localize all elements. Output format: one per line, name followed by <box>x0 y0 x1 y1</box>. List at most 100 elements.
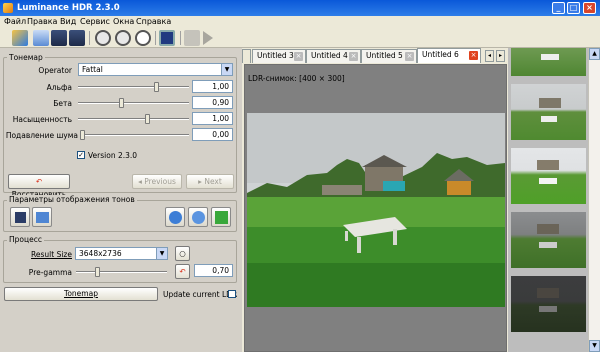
menu-help[interactable]: Справка <box>136 17 171 26</box>
param-label: Альфа <box>46 83 72 92</box>
thumbnail-scrollbar[interactable]: ▲ ▼ <box>588 48 600 352</box>
thumbnail[interactable] <box>511 276 586 332</box>
restore-button[interactable]: ↶ Восстановить <box>8 174 70 199</box>
noise-field[interactable]: 0,00 <box>192 128 233 141</box>
saturation-slider[interactable] <box>78 114 189 124</box>
alpha-slider[interactable] <box>78 82 189 92</box>
bench-shape <box>541 54 559 60</box>
close-tab-icon[interactable]: × <box>294 52 303 61</box>
version-label: Version 2.3.0 <box>88 151 138 160</box>
thumbnail[interactable] <box>511 148 586 204</box>
save-icon[interactable] <box>51 30 67 46</box>
tonemap-icon[interactable] <box>159 30 175 46</box>
beta-slider[interactable] <box>78 98 189 108</box>
load-settings-icon[interactable] <box>10 207 30 227</box>
previous-label: Previous <box>144 177 176 186</box>
slider-thumb[interactable] <box>144 114 150 124</box>
close-tab-icon[interactable]: × <box>469 51 478 60</box>
operator-label: Operator <box>38 66 72 75</box>
toolbar-separator <box>180 31 181 45</box>
close-tab-icon[interactable]: × <box>349 52 358 61</box>
operator-value: Fattal <box>82 65 103 74</box>
slider-thumb[interactable] <box>154 82 160 92</box>
open-folder-icon[interactable] <box>33 30 49 46</box>
scroll-up-icon[interactable]: ▲ <box>589 48 600 60</box>
beta-field[interactable]: 0,90 <box>192 96 233 109</box>
next-button[interactable]: ▸ Next <box>186 174 234 189</box>
new-hdr-icon[interactable] <box>12 30 28 46</box>
thumbnail[interactable] <box>511 48 586 76</box>
tonemap-group <box>3 57 237 193</box>
pregamma-slider[interactable] <box>76 267 167 277</box>
pregamma-field[interactable]: 0,70 <box>194 264 233 277</box>
tab-scroll-right[interactable]: ▸ <box>496 50 505 62</box>
bench-shape <box>539 178 557 184</box>
version-checkbox[interactable]: ✓ <box>77 151 85 159</box>
zoom-in-icon[interactable] <box>95 30 111 46</box>
slider-track <box>78 118 189 120</box>
tab-untitled-4[interactable]: Untitled 4 × <box>306 49 361 63</box>
house-shape <box>537 288 559 298</box>
saturation-field[interactable]: 1,00 <box>192 112 233 125</box>
zoom-out-icon[interactable] <box>115 30 131 46</box>
scroll-down-icon[interactable]: ▼ <box>589 340 600 352</box>
apply-all-icon[interactable] <box>188 207 208 227</box>
play-icon[interactable] <box>203 31 213 45</box>
alpha-field[interactable]: 1,00 <box>192 80 233 93</box>
tonemap-button[interactable]: Tonemap <box>4 287 158 301</box>
thumbnail[interactable] <box>511 212 586 268</box>
previous-button[interactable]: ◂ Previous <box>132 174 182 189</box>
slider-thumb[interactable] <box>80 130 85 140</box>
house-shape <box>539 98 561 108</box>
window-title: Luminance HDR 2.3.0 <box>17 3 120 13</box>
apply-icon[interactable] <box>165 207 185 227</box>
update-ldr-checkbox[interactable] <box>228 290 236 298</box>
menu-file[interactable]: Файл <box>4 17 26 26</box>
slider-track <box>80 134 189 136</box>
save-as-icon[interactable] <box>69 30 85 46</box>
noise-slider[interactable] <box>80 130 189 140</box>
save-settings-icon[interactable] <box>32 207 52 227</box>
thumbnail[interactable] <box>511 84 586 140</box>
tab-previous-hidden[interactable] <box>242 49 251 63</box>
menu-view[interactable]: Вид <box>60 17 76 26</box>
menu-windows[interactable]: Окна <box>113 17 134 26</box>
pregamma-label: Pre-gamma <box>28 268 72 277</box>
fit-window-icon[interactable] <box>135 30 151 46</box>
tonemap-panel: Тонемар Operator Fattal ▼ Альфа 1,00 Бет… <box>0 48 240 352</box>
menu-edit[interactable]: Правка <box>27 17 57 26</box>
close-tab-icon[interactable]: × <box>405 52 414 61</box>
menu-tools[interactable]: Сервис <box>80 17 110 26</box>
globe-icon <box>192 211 205 224</box>
maximize-button[interactable]: □ <box>567 2 580 14</box>
globe-icon <box>169 211 182 224</box>
tab-scroll-left[interactable]: ◂ <box>485 50 494 62</box>
tab-untitled-5[interactable]: Untitled 5 × <box>361 49 417 63</box>
right-arrow-icon: ▸ <box>198 177 202 186</box>
image-viewport: LDR-снимок: [400 × 300] <box>244 64 507 352</box>
open-folder-icon <box>36 212 49 223</box>
tab-untitled-6[interactable]: Untitled 6 × <box>417 48 481 63</box>
toolbar-separator <box>155 31 156 45</box>
result-size-value: 3648x2736 <box>79 249 122 258</box>
slider-thumb[interactable] <box>94 267 100 277</box>
slider-track <box>78 86 189 88</box>
slider-thumb[interactable] <box>119 98 125 108</box>
tab-untitled-3[interactable]: Untitled 3 × <box>252 49 306 63</box>
result-size-select[interactable]: 3648x2736 ▼ <box>75 247 168 260</box>
param-label: Бета <box>53 99 72 108</box>
image-caption: LDR-снимок: [400 × 300] <box>248 74 345 83</box>
info-button[interactable]: ○ <box>175 246 190 261</box>
minimize-button[interactable]: _ <box>552 2 565 14</box>
add-icon[interactable] <box>211 207 231 227</box>
menu-bar: Файл Правка Вид Сервис Окна Справка <box>0 16 600 28</box>
reset-pregamma-button[interactable]: ↶ <box>175 264 190 279</box>
batch-icon[interactable] <box>184 30 200 46</box>
close-button[interactable]: × <box>583 2 596 14</box>
operator-select[interactable]: Fattal ▼ <box>78 63 233 76</box>
param-label: Подавление шума <box>5 131 78 140</box>
tonemap-group-title: Тонемар <box>7 53 45 62</box>
undo-icon: ↶ <box>179 267 186 276</box>
info-icon: ○ <box>179 249 186 258</box>
chevron-down-icon: ▼ <box>221 64 232 75</box>
